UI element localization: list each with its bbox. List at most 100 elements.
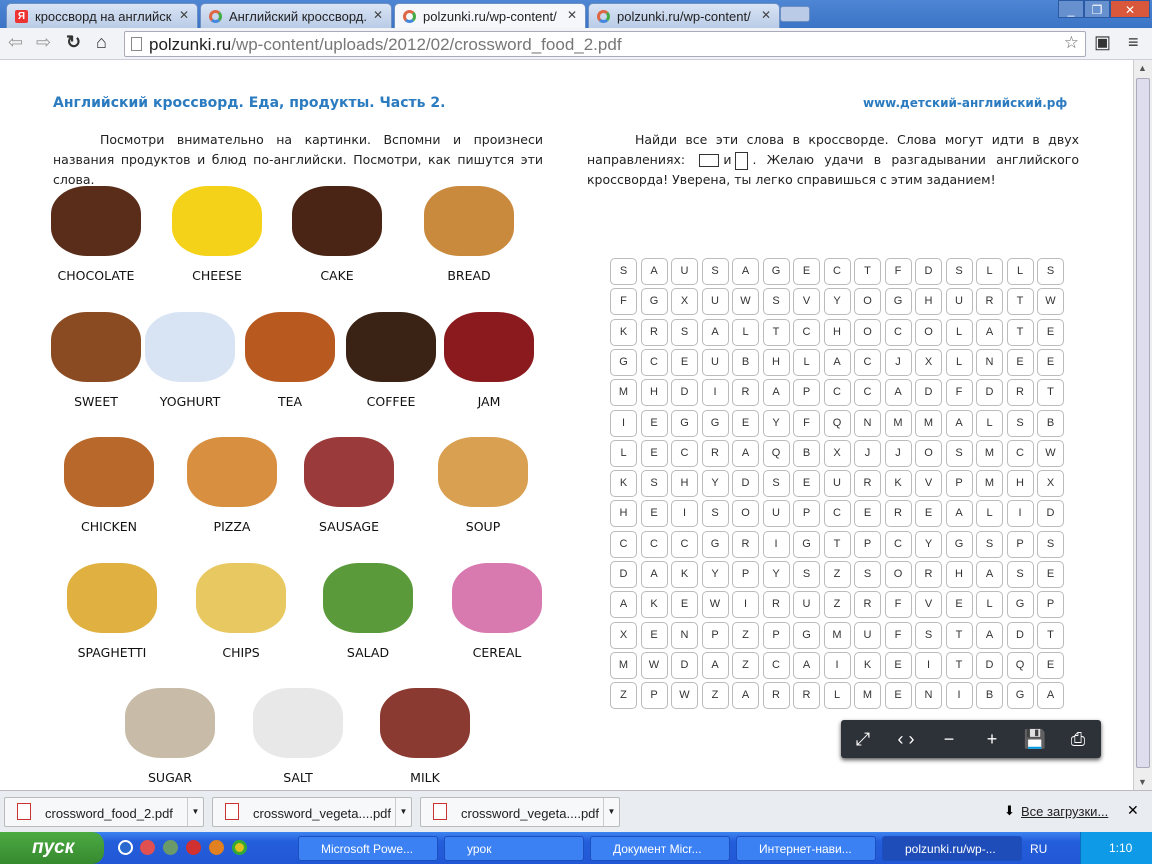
firefox-icon[interactable] [209,840,224,855]
grid-cell: D [671,651,698,679]
grid-cell: O [915,318,942,346]
grid-cell: Q [762,439,790,467]
taskbar-item[interactable]: Интернет-нави... [736,836,876,861]
grid-cell: Y [762,561,790,588]
download-item[interactable]: crossword_vegeta....pdf ▼ [212,797,412,827]
food-label: SUGAR [147,770,192,785]
grid-cell: C [640,348,668,376]
zoom-in-icon: + [986,729,998,749]
zoom-in-button[interactable]: + [974,725,1010,753]
grid-cell: S [701,500,729,528]
download-item[interactable]: crossword_food_2.pdf ▼ [4,797,204,827]
food-label: CHOCOLATE [57,268,135,283]
grid-cell: S [854,561,881,588]
menu-icon[interactable]: ≡ [1128,32,1139,53]
tab[interactable]: Английский кроссворд. ✕ [200,3,392,28]
ie-icon[interactable] [118,840,133,855]
taskbar: пуск Microsoft Powe... урок Документ Micr.… [0,832,1152,864]
close-tab-icon[interactable]: ✕ [179,8,189,22]
taskbar-item[interactable]: Microsoft Powe... [298,836,438,861]
taskbar-item-label: Интернет-нави... [759,842,852,856]
close-tab-icon[interactable]: ✕ [373,8,383,22]
all-downloads-link[interactable]: Все загрузки... [1021,804,1108,819]
taskbar-item[interactable]: урок [444,836,584,861]
grid-cell: P [1037,591,1064,619]
tab[interactable]: polzunki.ru/wp-content/ ✕ [394,3,586,28]
close-tab-icon[interactable]: ✕ [761,8,771,22]
chrome-icon[interactable] [232,840,247,855]
grid-cell: X [1037,470,1064,498]
language-indicator[interactable]: RU [1030,842,1047,856]
fit-page-button[interactable]: ⤢ [845,725,881,753]
food-image [424,186,514,256]
start-button[interactable]: пуск [0,832,104,864]
reload-icon[interactable]: ↻ [66,32,81,53]
grid-cell: C [762,651,790,679]
save-button[interactable]: 💾 [1017,725,1053,753]
grid-cell: S [762,288,790,316]
messenger-icon[interactable] [163,840,178,855]
grid-cell: E [945,591,973,619]
zoom-out-button[interactable]: − [931,725,967,753]
grid-cell: E [1006,348,1034,376]
food-label: YOGHURT [159,394,221,409]
food-image [292,186,382,256]
grid-cell: J [884,439,912,467]
grid-cell: U [854,621,881,649]
download-arrow-icon: ⬇ [1004,803,1015,818]
grid-cell: S [976,530,1003,558]
home-icon[interactable]: ⌂ [96,32,107,53]
forward-icon[interactable]: ⇨ [36,32,51,53]
grid-cell: C [823,258,851,285]
download-menu-icon[interactable]: ▼ [395,798,411,826]
taskbar-item[interactable]: polzunki.ru/wp-... [882,836,1022,861]
food-item: SPAGHETTI [67,563,157,660]
food-item: CEREAL [452,563,542,660]
print-button[interactable]: ⎙ [1060,725,1096,753]
grid-cell: D [915,379,942,407]
food-label: SPAGHETTI [77,645,147,660]
download-item[interactable]: crossword_vegeta....pdf ▼ [420,797,620,827]
maximize-button[interactable]: ❐ [1084,0,1110,18]
download-menu-icon[interactable]: ▼ [187,798,203,826]
opera-icon[interactable] [186,840,201,855]
grid-cell: S [762,470,790,498]
pdf-file-icon [225,803,239,820]
fit-page-icon: ⤢ [855,729,871,749]
download-menu-icon[interactable]: ▼ [603,798,619,826]
food-item: SOUP [438,437,528,534]
minimize-button[interactable]: _ [1058,0,1084,18]
tab[interactable]: polzunki.ru/wp-content/ ✕ [588,3,780,28]
grid-cell: K [610,318,637,346]
new-tab-button[interactable] [780,6,810,22]
extension-icon[interactable]: ▣ [1094,32,1111,53]
mail-icon[interactable] [140,840,155,855]
food-image [304,437,394,507]
tab[interactable]: Якроссворд на английск ✕ [6,3,198,28]
grid-cell: G [701,409,729,437]
food-item: JAM [444,312,534,409]
grid-cell: L [1006,258,1034,285]
grid-cell: R [854,591,881,619]
grid-cell: T [1037,621,1064,649]
grid-cell: A [976,561,1003,588]
grid-cell: I [610,409,637,437]
address-bar[interactable]: polzunki.ru/wp-content/uploads/2012/02/c… [124,31,1086,57]
close-downloads-icon[interactable]: ✕ [1127,802,1139,819]
star-icon[interactable]: ☆ [1064,33,1079,53]
vertical-scrollbar[interactable]: ▲ ▼ [1133,60,1152,790]
fit-width-icon: ‹ › [897,729,915,749]
food-image [67,563,157,633]
grid-cell: Z [823,561,851,588]
taskbar-item[interactable]: Документ Micr... [590,836,730,861]
close-tab-icon[interactable]: ✕ [567,8,577,22]
fit-width-button[interactable]: ‹ › [888,725,924,753]
site-link: www.детский-английский.рф [863,96,1068,110]
grid-cell: D [976,651,1003,679]
pdf-viewer: Английский кроссворд. Еда, продукты. Час… [0,60,1133,790]
grid-cell: Y [701,470,729,498]
back-icon[interactable]: ⇦ [8,32,23,53]
grid-cell: F [884,591,912,619]
close-window-button[interactable]: ✕ [1110,0,1150,18]
food-label: TEA [277,394,303,409]
